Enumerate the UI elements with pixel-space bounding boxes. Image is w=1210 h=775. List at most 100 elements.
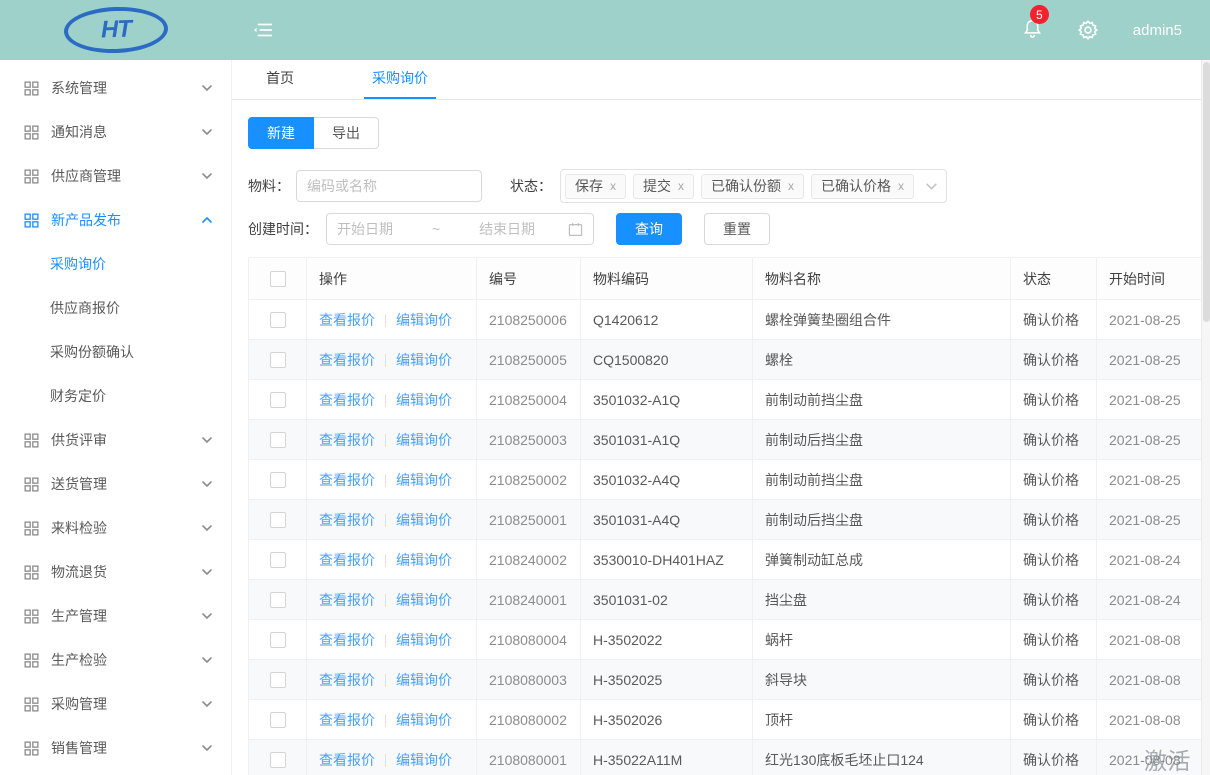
status-tag[interactable]: 已确认份额x	[701, 174, 804, 199]
cell-status: 确认价格	[1011, 540, 1097, 580]
sidebar-item[interactable]: 供货评审	[0, 418, 231, 462]
link-divider	[385, 394, 386, 407]
sidebar-item[interactable]: 采购管理	[0, 682, 231, 726]
tag-remove-icon[interactable]: x	[610, 179, 616, 193]
edit-inquiry-link[interactable]: 编辑询价	[396, 552, 452, 568]
cell-number: 2108080003	[477, 660, 581, 700]
edit-inquiry-link[interactable]: 编辑询价	[396, 432, 452, 448]
sidebar-subitem[interactable]: 供应商报价	[0, 286, 231, 330]
tag-remove-icon[interactable]: x	[898, 179, 904, 193]
new-button[interactable]: 新建	[248, 117, 314, 149]
sidebar-item[interactable]: 销售管理	[0, 726, 231, 770]
view-quote-link[interactable]: 查看报价	[319, 312, 375, 328]
view-quote-link[interactable]: 查看报价	[319, 712, 375, 728]
view-quote-link[interactable]: 查看报价	[319, 672, 375, 688]
row-checkbox[interactable]	[270, 512, 286, 528]
tag-remove-icon[interactable]: x	[678, 179, 684, 193]
appstore-grid-icon	[24, 653, 39, 668]
col-header-material-name: 物料名称	[753, 258, 1011, 300]
sidebar-item[interactable]: 送货管理	[0, 462, 231, 506]
sidebar-item-label: 系统管理	[51, 78, 201, 98]
status-tag[interactable]: 提交x	[633, 174, 694, 199]
chevron-down-icon	[201, 742, 213, 754]
view-quote-link[interactable]: 查看报价	[319, 592, 375, 608]
row-checkbox[interactable]	[270, 432, 286, 448]
appstore-grid-icon	[24, 213, 39, 228]
sidebar-item[interactable]: 供应商管理	[0, 154, 231, 198]
sidebar-item[interactable]: 物流退货	[0, 550, 231, 594]
notification-bell-icon[interactable]: 5	[1022, 17, 1043, 43]
row-checkbox[interactable]	[270, 312, 286, 328]
logo-text: HT	[101, 15, 132, 44]
main-content: 首页 采购询价 新建 导出 物料： 状态： 保存x提交x已确认份额x已确认价格x	[232, 60, 1210, 775]
reset-button[interactable]: 重置	[704, 213, 770, 245]
export-button[interactable]: 导出	[314, 117, 379, 149]
cell-material-code: H-3502022	[581, 620, 753, 660]
material-label: 物料：	[248, 176, 290, 196]
select-all-checkbox[interactable]	[270, 271, 286, 287]
row-checkbox[interactable]	[270, 752, 286, 768]
cell-status: 确认价格	[1011, 700, 1097, 740]
view-quote-link[interactable]: 查看报价	[319, 432, 375, 448]
view-quote-link[interactable]: 查看报价	[319, 352, 375, 368]
sidebar-subitem[interactable]: 采购份额确认	[0, 330, 231, 374]
row-checkbox[interactable]	[270, 552, 286, 568]
status-tag[interactable]: 保存x	[565, 174, 626, 199]
edit-inquiry-link[interactable]: 编辑询价	[396, 352, 452, 368]
row-checkbox[interactable]	[270, 592, 286, 608]
sidebar-item[interactable]: 新产品发布	[0, 198, 231, 242]
edit-inquiry-link[interactable]: 编辑询价	[396, 632, 452, 648]
edit-inquiry-link[interactable]: 编辑询价	[396, 512, 452, 528]
appstore-grid-icon	[24, 565, 39, 580]
scrollbar-thumb[interactable]	[1203, 62, 1210, 322]
sidebar-subitem-label: 采购询价	[50, 254, 106, 274]
row-checkbox[interactable]	[270, 672, 286, 688]
edit-inquiry-link[interactable]: 编辑询价	[396, 712, 452, 728]
chevron-down-icon	[201, 478, 213, 490]
row-checkbox[interactable]	[270, 352, 286, 368]
row-checkbox[interactable]	[270, 392, 286, 408]
search-button[interactable]: 查询	[616, 213, 682, 245]
row-checkbox[interactable]	[270, 712, 286, 728]
user-menu[interactable]: admin5	[1133, 22, 1182, 39]
sidebar-item[interactable]: 系统管理	[0, 66, 231, 110]
tag-remove-icon[interactable]: x	[788, 179, 794, 193]
appstore-grid-icon	[24, 741, 39, 756]
view-quote-link[interactable]: 查看报价	[319, 632, 375, 648]
cell-number: 2108250004	[477, 380, 581, 420]
edit-inquiry-link[interactable]: 编辑询价	[396, 752, 452, 768]
edit-inquiry-link[interactable]: 编辑询价	[396, 392, 452, 408]
sidebar-item-label: 来料检验	[51, 518, 201, 538]
sidebar-item[interactable]: 来料检验	[0, 506, 231, 550]
edit-inquiry-link[interactable]: 编辑询价	[396, 592, 452, 608]
edit-inquiry-link[interactable]: 编辑询价	[396, 672, 452, 688]
sidebar-item[interactable]: 通知消息	[0, 110, 231, 154]
vertical-scrollbar[interactable]	[1201, 60, 1210, 775]
status-multiselect[interactable]: 保存x 提交x 已确认份额x 已确认价格x	[560, 169, 947, 203]
view-quote-link[interactable]: 查看报价	[319, 752, 375, 768]
view-quote-link[interactable]: 查看报价	[319, 552, 375, 568]
view-quote-link[interactable]: 查看报价	[319, 472, 375, 488]
menu-fold-icon[interactable]	[252, 19, 274, 41]
sidebar-item[interactable]: 生产管理	[0, 594, 231, 638]
sidebar-item-label: 通知消息	[51, 122, 201, 142]
status-tag[interactable]: 已确认价格x	[811, 174, 914, 199]
edit-inquiry-link[interactable]: 编辑询价	[396, 472, 452, 488]
tab-purchase-inquiry[interactable]: 采购询价	[364, 60, 436, 99]
sidebar-item[interactable]: 生产检验	[0, 638, 231, 682]
edit-inquiry-link[interactable]: 编辑询价	[396, 312, 452, 328]
cell-start-time: 2021-08-25	[1097, 420, 1210, 460]
material-input[interactable]	[296, 170, 482, 202]
date-range-picker[interactable]: 开始日期 ~ 结束日期	[326, 213, 594, 245]
table-row: 查看报价编辑询价 2108250001 3501031-A4Q 前制动后挡尘盘 …	[249, 500, 1210, 540]
view-quote-link[interactable]: 查看报价	[319, 392, 375, 408]
sidebar-item-label: 供应商管理	[51, 166, 201, 186]
sidebar-subitem[interactable]: 财务定价	[0, 374, 231, 418]
link-divider	[385, 474, 386, 487]
row-checkbox[interactable]	[270, 472, 286, 488]
tab-home[interactable]: 首页	[258, 60, 302, 99]
row-checkbox[interactable]	[270, 632, 286, 648]
view-quote-link[interactable]: 查看报价	[319, 512, 375, 528]
settings-gear-icon[interactable]	[1077, 19, 1099, 41]
sidebar-subitem[interactable]: 采购询价	[0, 242, 231, 286]
